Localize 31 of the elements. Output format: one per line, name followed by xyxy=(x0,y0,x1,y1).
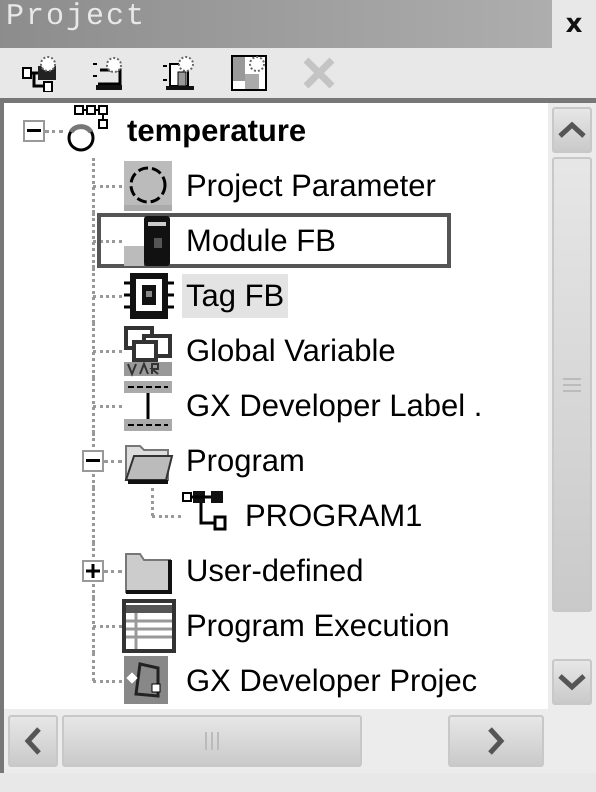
horizontal-scrollbar[interactable] xyxy=(0,709,596,773)
scrollbar-thumb[interactable] xyxy=(62,715,362,767)
minus-icon xyxy=(86,459,100,463)
tree-item[interactable]: Global Variable xyxy=(182,328,400,372)
close-button[interactable]: x xyxy=(552,0,596,48)
tree-item[interactable]: Program Execution xyxy=(182,604,454,648)
plus-icon xyxy=(86,564,100,578)
minus-icon xyxy=(27,129,41,133)
grip-icon xyxy=(204,732,220,750)
tree-item[interactable]: temperature xyxy=(123,108,310,152)
scroll-up-button[interactable] xyxy=(552,107,592,153)
collapse-toggle[interactable] xyxy=(23,120,45,142)
scrollbar-thumb[interactable] xyxy=(552,157,592,612)
scroll-down-button[interactable] xyxy=(552,659,592,705)
expand-toggle[interactable] xyxy=(82,560,104,582)
tree-item[interactable]: GX Developer Label . xyxy=(182,384,486,428)
layout-icon xyxy=(230,54,268,92)
collapse-toggle[interactable] xyxy=(82,450,104,472)
scroll-left-button[interactable] xyxy=(8,715,58,767)
tree-item[interactable]: Module FB xyxy=(182,218,340,262)
scroll-right-button[interactable] xyxy=(448,715,544,767)
window-title: Project xyxy=(5,0,146,36)
tree-item[interactable]: Tag FB xyxy=(182,274,288,318)
grip-icon xyxy=(563,376,581,392)
vertical-scrollbar[interactable] xyxy=(548,103,596,709)
tree-item[interactable]: Program xyxy=(182,438,309,482)
tree-item[interactable]: PROGRAM1 xyxy=(241,494,426,538)
tree-icon xyxy=(20,54,58,92)
tree-item[interactable]: Project Parameter xyxy=(182,164,440,208)
tree-item[interactable]: GX Developer Projec xyxy=(182,658,482,702)
tree-item[interactable]: User-defined xyxy=(182,548,368,592)
